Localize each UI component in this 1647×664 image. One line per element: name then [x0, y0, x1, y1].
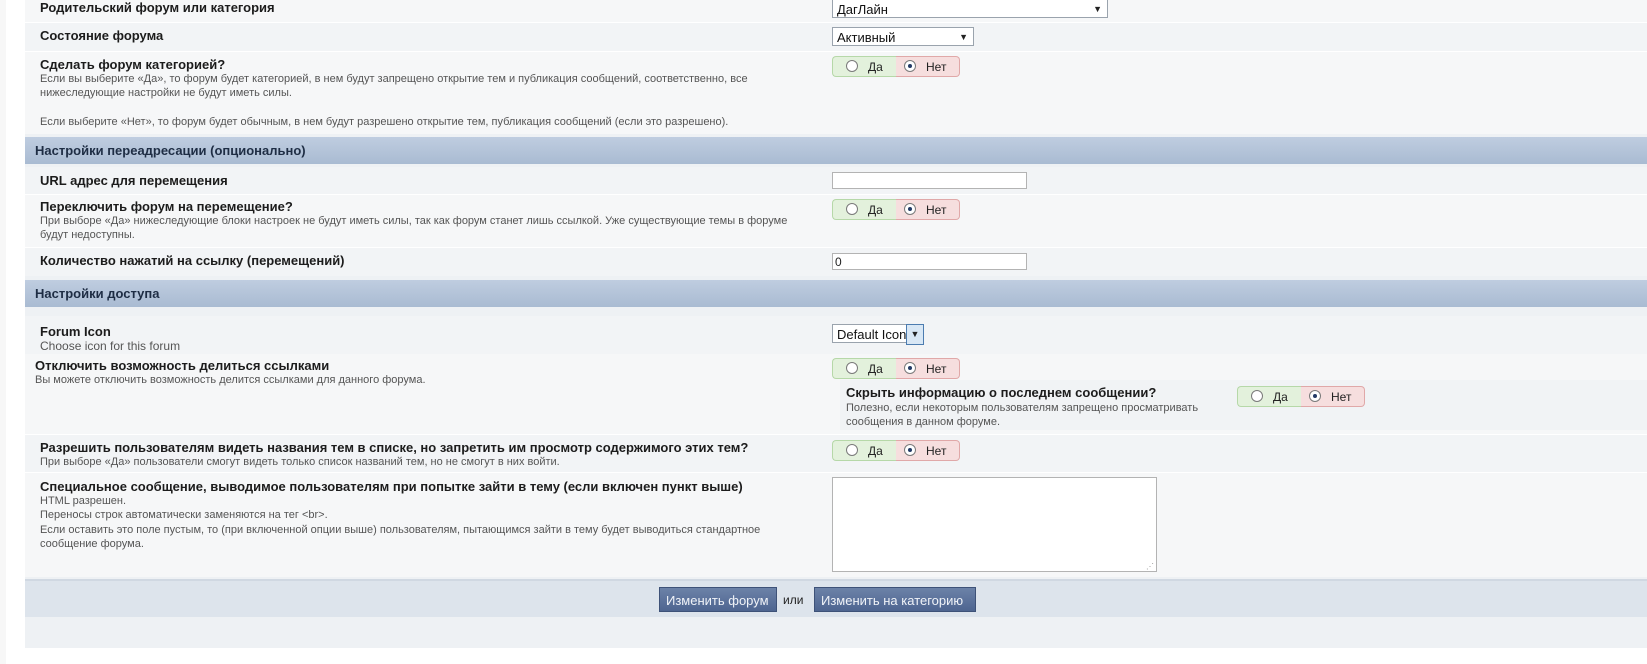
radio-icon — [846, 203, 858, 215]
yes-label: Да — [1273, 390, 1288, 404]
hide-last-post-toggle: Да Нет — [1237, 386, 1365, 409]
forum-icon-label: Forum Icon — [40, 324, 111, 339]
row-redirect-hits: Количество нажатий на ссылку (перемещени… — [25, 248, 1647, 276]
no-label: Нет — [926, 444, 947, 458]
forum-state-label: Состояние форума — [40, 28, 164, 43]
make-category-desc-3: Если выберите «Нет», то форум будет обыч… — [40, 116, 729, 128]
row-special-message: Специальное сообщение, выводимое пользов… — [25, 473, 1647, 577]
redirect-url-label: URL адрес для перемещения — [40, 173, 228, 188]
topic-titles-only-no[interactable]: Нет — [896, 440, 960, 461]
radio-selected-icon — [904, 60, 916, 72]
forum-state-select[interactable]: Активный ▼ — [832, 27, 974, 46]
disable-sharing-desc: Вы можете отключить возможность делится … — [35, 374, 426, 386]
radio-icon — [846, 60, 858, 72]
redirect-toggle-desc-2: будут недоступны. — [40, 229, 135, 241]
hide-last-post-yes[interactable]: Да — [1237, 386, 1301, 407]
redirect-toggle: Да Нет — [832, 199, 960, 222]
row-redirect-url: URL адрес для перемещения — [25, 167, 1647, 194]
hide-last-post-no[interactable]: Нет — [1301, 386, 1365, 407]
make-category-label: Сделать форум категорией? — [40, 57, 226, 72]
forum-settings-form: Родительский форум или категория ДагЛайн… — [25, 0, 1647, 648]
redirect-url-input[interactable] — [832, 172, 1027, 189]
special-message-label: Специальное сообщение, выводимое пользов… — [40, 479, 743, 494]
section-redirect-settings: Настройки переадресации (опционально) — [25, 137, 1647, 164]
yes-label: Да — [868, 362, 883, 376]
left-edge — [0, 0, 6, 664]
row-redirect-toggle: Переключить форум на перемещение? При вы… — [25, 195, 1647, 247]
parent-forum-select[interactable]: ДагЛайн ▼ — [832, 0, 1108, 18]
form-footer: Изменить форум или Изменить на категорию — [25, 579, 1647, 617]
redirect-hits-input[interactable]: 0 — [832, 253, 1027, 270]
special-message-desc-4: сообщение форума. — [40, 538, 144, 550]
row-make-category: Сделать форум категорией? Если вы выбери… — [25, 52, 1647, 134]
special-message-desc-3: Если оставить это поле пустым, то (при в… — [40, 524, 761, 536]
radio-selected-icon — [904, 203, 916, 215]
convert-to-category-button[interactable]: Изменить на категорию — [814, 587, 976, 612]
hide-last-post-label: Скрыть информацию о последнем сообщении? — [846, 385, 1157, 400]
make-category-desc-1: Если вы выберите «Да», то форум будет ка… — [40, 73, 748, 85]
topic-titles-only-yes[interactable]: Да — [832, 440, 896, 461]
topic-titles-only-toggle: Да Нет — [832, 440, 960, 463]
make-category-no[interactable]: Нет — [896, 56, 960, 77]
special-message-textarea[interactable]: ⋰ — [832, 477, 1157, 572]
resize-grip-icon[interactable]: ⋰ — [1146, 562, 1154, 571]
radio-selected-icon — [1309, 390, 1321, 402]
parent-forum-value: ДагЛайн — [837, 2, 888, 17]
row-forum-icon: Forum Icon Choose icon for this forum De… — [25, 316, 1647, 354]
row-parent-forum: Родительский форум или категория ДагЛайн… — [25, 0, 1647, 22]
no-label: Нет — [926, 203, 947, 217]
make-category-desc-2: нижеследующие настройки не будут иметь с… — [40, 87, 292, 99]
redirect-hits-label: Количество нажатий на ссылку (перемещени… — [40, 253, 345, 268]
row-disable-sharing: Отключить возможность делиться ссылками … — [25, 354, 1647, 434]
no-label: Нет — [1331, 390, 1352, 404]
radio-selected-icon — [904, 444, 916, 456]
parent-forum-label: Родительский форум или категория — [40, 0, 275, 15]
no-label: Нет — [926, 60, 947, 74]
redirect-yes[interactable]: Да — [832, 199, 896, 220]
chevron-down-icon: ▼ — [1093, 4, 1102, 14]
redirect-toggle-label: Переключить форум на перемещение? — [40, 199, 293, 214]
forum-icon-desc: Choose icon for this forum — [40, 339, 181, 353]
hide-last-post-desc-2: сообщения в данном форуме. — [846, 416, 1001, 428]
chevron-down-icon: ▼ — [959, 32, 968, 42]
topic-titles-only-desc: При выборе «Да» пользователи смогут виде… — [40, 456, 560, 468]
yes-label: Да — [868, 60, 883, 74]
or-separator: или — [783, 593, 804, 607]
save-forum-button[interactable]: Изменить форум — [659, 587, 777, 612]
forum-icon-select[interactable]: Default Icon ▼ — [832, 324, 924, 345]
radio-icon — [846, 362, 858, 374]
special-message-desc-1: HTML разрешен. — [40, 495, 127, 507]
disable-sharing-label: Отключить возможность делиться ссылками — [35, 358, 330, 373]
no-label: Нет — [926, 362, 947, 376]
hide-last-post-block: Скрыть информацию о последнем сообщении?… — [840, 380, 1647, 430]
yes-label: Да — [868, 203, 883, 217]
forum-state-value: Активный — [837, 30, 896, 45]
hide-last-post-desc-1: Полезно, если некоторым пользователям за… — [846, 402, 1199, 414]
chevron-down-icon: ▼ — [906, 324, 924, 345]
topic-titles-only-label: Разрешить пользователям видеть названия … — [40, 440, 749, 455]
section-access-settings: Настройки доступа — [25, 280, 1647, 307]
disable-sharing-toggle: Да Нет — [832, 358, 960, 381]
disable-sharing-no[interactable]: Нет — [896, 358, 960, 379]
special-message-desc-2: Переносы строк автоматически заменяются … — [40, 509, 328, 521]
redirect-no[interactable]: Нет — [896, 199, 960, 220]
radio-selected-icon — [904, 362, 916, 374]
radio-icon — [1251, 390, 1263, 402]
redirect-toggle-desc-1: При выборе «Да» нижеследующие блоки наст… — [40, 215, 788, 227]
row-forum-state: Состояние форума Активный ▼ — [25, 23, 1647, 51]
row-topic-titles-only: Разрешить пользователям видеть названия … — [25, 435, 1647, 472]
yes-label: Да — [868, 444, 883, 458]
make-category-toggle: Да Нет — [832, 56, 960, 79]
disable-sharing-yes[interactable]: Да — [832, 358, 896, 379]
forum-icon-value: Default Icon — [837, 327, 907, 342]
make-category-yes[interactable]: Да — [832, 56, 896, 77]
radio-icon — [846, 444, 858, 456]
